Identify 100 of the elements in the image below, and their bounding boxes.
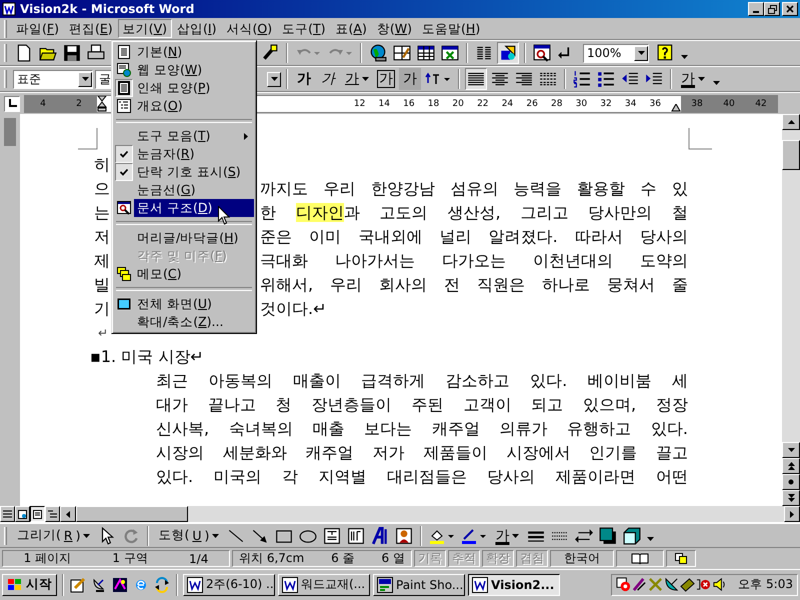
outline-icon [48, 510, 57, 518]
menu-option[interactable]: 눈금선(G) [114, 181, 254, 199]
menu-option[interactable]: 전체 화면(U) [114, 295, 254, 313]
sync-arrows-icon[interactable] [153, 576, 171, 594]
menu-item[interactable]: 삽입(I) [172, 19, 222, 38]
font-size-dropdown-button[interactable] [267, 72, 281, 86]
browse-object-button[interactable] [782, 474, 800, 490]
menu-option[interactable]: 머리글/바닥글(H) [114, 229, 254, 247]
page-icon [33, 510, 42, 518]
menu-option[interactable]: 인쇄 모양(P) [114, 79, 254, 97]
caret-icon [212, 534, 220, 538]
drawing-icon[interactable] [497, 42, 519, 64]
more-caret-icon[interactable] [647, 537, 654, 541]
tray-app-icon[interactable] [616, 577, 632, 592]
scroll-thumb[interactable] [782, 140, 800, 170]
minimize-button[interactable] [748, 2, 764, 16]
double-down-arrow-icon [788, 494, 794, 502]
scroll-thumb[interactable] [76, 506, 188, 522]
menu-option[interactable]: 눈금자(R) [114, 145, 254, 163]
scroll-down-button[interactable] [782, 442, 800, 458]
scroll-right-button[interactable] [784, 506, 800, 522]
taskbar-button[interactable]: Vision2... [468, 574, 560, 596]
outline-view-button[interactable] [45, 506, 60, 522]
draw-menu-button[interactable]: 그리기(R) [13, 524, 94, 546]
restore-button[interactable] [764, 2, 780, 16]
cube-icon[interactable] [621, 524, 644, 546]
font-color-button[interactable]: 가 [677, 68, 709, 90]
previous-page-button[interactable] [782, 458, 800, 474]
numbered-list-icon[interactable] [571, 68, 593, 90]
menu-item[interactable]: 파일(F) [11, 19, 64, 38]
menu-item[interactable]: 도움말(H) [417, 19, 486, 38]
format-button[interactable]: 가 [375, 68, 397, 90]
format-button[interactable]: 가 [317, 68, 339, 90]
menu-option[interactable]: 기본(N) [114, 43, 254, 61]
align-icon[interactable] [465, 68, 487, 90]
menu-item[interactable]: 창(W) [372, 19, 418, 38]
menu-option[interactable]: 웹 모양(W) [114, 61, 254, 79]
taskbar-button[interactable]: 워드교재(... [278, 574, 370, 596]
more-caret-icon[interactable] [713, 81, 720, 85]
pencil-icon[interactable] [69, 576, 87, 594]
text-fragment: 빌 [94, 274, 110, 296]
format-button[interactable]: 가 [293, 68, 315, 90]
menu-item[interactable]: 도구(T) [277, 19, 331, 38]
scroll-left-button[interactable] [60, 506, 76, 522]
menu-option[interactable]: 확대/축소(Z)... [114, 313, 254, 331]
ruler-number: 20 [452, 98, 464, 108]
menu-item[interactable]: 서식(O) [221, 19, 278, 38]
more-caret-icon[interactable] [681, 55, 688, 59]
text-fragment: 기 [94, 298, 110, 320]
menu-item[interactable]: 표(A) [330, 19, 372, 38]
print-view-button[interactable] [30, 506, 45, 522]
text-line: 시장의 세분화와 캐주얼 저가 제품들이 시장에서 인기를 끌고 [156, 442, 688, 464]
ruler-number: 40 [723, 98, 735, 108]
web-view-button[interactable] [15, 506, 30, 522]
tray-card-icon[interactable] [680, 577, 696, 592]
colorful-window-icon[interactable] [111, 576, 129, 594]
start-button[interactable]: 시작 [2, 574, 57, 596]
document-map-icon[interactable] [531, 42, 553, 64]
normal-view-button[interactable] [0, 506, 15, 522]
caret-icon [362, 77, 369, 81]
autoshapes-menu-button[interactable]: 도형(U) [154, 524, 224, 546]
menu-option[interactable]: 개요(O) [114, 97, 254, 115]
format-button[interactable]: 가 [341, 68, 373, 90]
macro-icon[interactable] [675, 553, 687, 564]
section-number: 1 구역 [112, 550, 148, 567]
close-button[interactable] [782, 2, 798, 16]
book-icon[interactable] [631, 553, 649, 564]
caret-icon [512, 534, 520, 538]
menu-option[interactable]: 문서 구조(D) [114, 199, 254, 217]
zoom-dropdown[interactable]: 100% [583, 44, 649, 62]
tab-selector[interactable] [4, 96, 20, 112]
speaker-icon[interactable] [712, 577, 728, 592]
next-page-button[interactable] [782, 490, 800, 506]
web-page-icon [18, 510, 27, 518]
text-line: 것이다.↵ [260, 298, 326, 320]
ruler-number: 30 [576, 98, 588, 108]
tray-stop-icon[interactable] [696, 577, 712, 592]
text-line: 대가 끝나고 청 장년층들이 주된 고객이 되고 있으며, 정장 [156, 394, 688, 416]
save-icon[interactable] [61, 42, 83, 64]
scroll-up-button[interactable] [782, 114, 800, 130]
vertical-scrollbar[interactable] [782, 114, 800, 506]
format-button[interactable]: 가 [399, 68, 421, 90]
style-dropdown[interactable]: 표준 [13, 70, 93, 88]
font-color-button[interactable]: 가 [491, 524, 524, 546]
right-indent-marker-icon[interactable] [671, 104, 681, 112]
text-fragment: 저 [94, 226, 110, 248]
ruler-number: 26 [526, 98, 538, 108]
taskbar-button[interactable]: 2주(6-10) ... [183, 574, 275, 596]
menu-item[interactable]: 편집(E) [64, 19, 118, 38]
ruler-number: 22 [477, 98, 489, 108]
menu-option[interactable]: 단락 기호 표시(S) [114, 163, 254, 181]
text-line: 신사복, 숙녀복의 매출 보다는 캐주얼 의류가 유행하고 있다. [156, 418, 688, 440]
indent-marker-icon[interactable] [97, 96, 107, 112]
tray-satellite-icon[interactable] [664, 577, 680, 592]
ruler-number: 2 [76, 98, 82, 108]
menu-item[interactable]: 보기(V) [118, 19, 172, 38]
tray-pen-icon[interactable] [632, 577, 648, 592]
taskbar-button[interactable]: Paint Sho... [373, 574, 465, 596]
menu-option[interactable]: 메모(C) [114, 265, 254, 283]
menu-option[interactable]: 도구 모음(T) [114, 127, 254, 145]
